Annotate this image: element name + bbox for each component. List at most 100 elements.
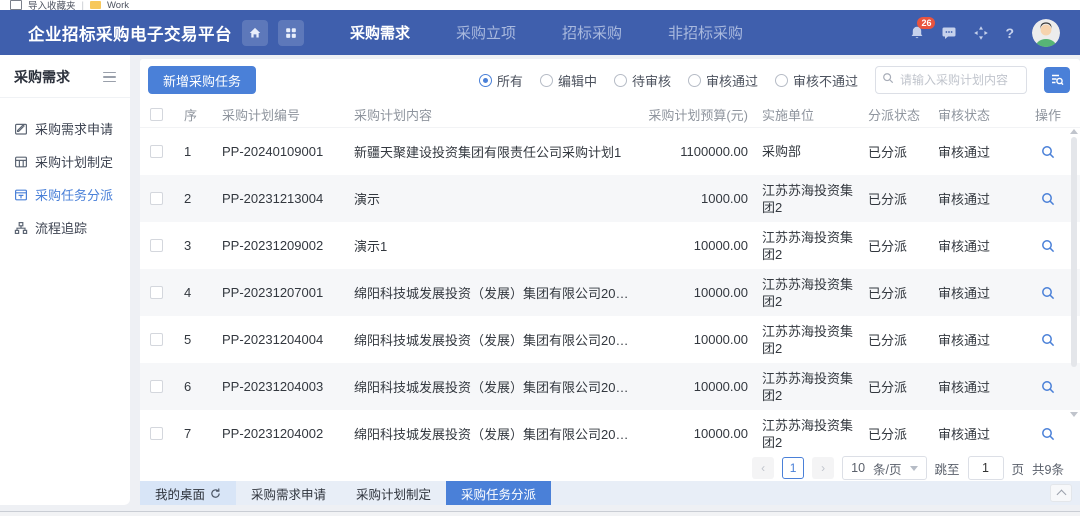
- row-checkbox[interactable]: [150, 239, 163, 252]
- scrollbar-thumb[interactable]: [1071, 137, 1077, 367]
- main-column: 新增采购任务 所有编辑中待审核审核通过审核不通过: [140, 55, 1080, 505]
- row-checkbox[interactable]: [150, 333, 163, 346]
- sidebar-title: 采购需求: [14, 67, 70, 87]
- view-details-button[interactable]: [1028, 427, 1068, 441]
- table-row: 4PP-20231207001绵阳科技城发展投资（发展）集团有限公司2024年度…: [140, 269, 1080, 316]
- nav-item-2[interactable]: 采购立项: [456, 22, 516, 43]
- messages-button[interactable]: [941, 25, 957, 41]
- footer-tab-2[interactable]: 采购需求申请: [236, 481, 341, 505]
- favorites-folder-label[interactable]: Work: [107, 0, 129, 10]
- view-details-button[interactable]: [1028, 239, 1068, 253]
- status-filter-1[interactable]: 所有: [479, 71, 523, 90]
- table-row: 7PP-20231204002绵阳科技城发展投资（发展）集团有限公司2023年度…: [140, 410, 1080, 455]
- folder-icon: [90, 1, 101, 9]
- total-count: 共9条: [1032, 459, 1064, 478]
- current-page-button[interactable]: 1: [782, 457, 804, 479]
- page-size-unit: 条/页: [873, 459, 901, 478]
- row-assign-status: 已分派: [868, 283, 932, 302]
- sidebar-item-3[interactable]: 采购任务分派: [0, 178, 130, 211]
- row-assign-status: 已分派: [868, 236, 932, 255]
- import-favorites-icon: [10, 0, 22, 10]
- view-details-button[interactable]: [1028, 380, 1068, 394]
- app-screen: 导入收藏夹 | Work 企业招标采购电子交易平台 采购需求采购立项招标采购非招…: [0, 0, 1080, 516]
- chat-icon: [941, 25, 957, 41]
- edit-square-icon: [14, 122, 28, 136]
- sidebar-item-1[interactable]: 采购需求申请: [0, 112, 130, 145]
- user-avatar[interactable]: [1032, 19, 1060, 47]
- view-details-button[interactable]: [1028, 192, 1068, 206]
- row-budget: 1000.00: [638, 191, 756, 206]
- row-code: PP-20231209002: [222, 238, 348, 253]
- row-content: 绵阳科技城发展投资（发展）集团有限公司2023年度第三季度采购: [354, 377, 632, 396]
- status-filter-group: 所有 编辑中待审核审核通过审核不通过: [479, 71, 858, 90]
- pagination: ‹ 1 › 10 条/页 跳至 页 共9条: [140, 455, 1080, 481]
- nav-item-3[interactable]: 招标采购: [562, 22, 622, 43]
- sidebar-collapse-icon[interactable]: [101, 70, 118, 85]
- next-page-button[interactable]: ›: [812, 457, 834, 479]
- magnifier-icon: [1041, 192, 1055, 206]
- row-unit: 江苏苏海投资集团2: [762, 323, 862, 357]
- row-seq: 5: [184, 332, 216, 347]
- row-assign-status: 已分派: [868, 424, 932, 443]
- scroll-down-icon[interactable]: [1070, 412, 1078, 417]
- help-button[interactable]: ?: [1005, 25, 1014, 41]
- advanced-search-button[interactable]: [1044, 67, 1070, 93]
- row-audit-status: 审核通过: [938, 330, 1022, 349]
- tabbar-collapse-button[interactable]: [1050, 484, 1072, 502]
- view-details-button[interactable]: [1028, 286, 1068, 300]
- footer-tab-4[interactable]: 采购任务分派: [446, 481, 551, 505]
- home-button[interactable]: [242, 20, 268, 46]
- search-input[interactable]: [898, 72, 1020, 88]
- status-filter-5[interactable]: 审核不通过: [775, 71, 858, 90]
- row-code: PP-20231204002: [222, 426, 348, 441]
- row-checkbox[interactable]: [150, 380, 163, 393]
- row-audit-status: 审核通过: [938, 142, 1022, 161]
- apps-menu-button[interactable]: [278, 20, 304, 46]
- filter-label: 所有: [497, 71, 523, 90]
- status-filter-4[interactable]: 审核通过: [688, 71, 758, 90]
- sidebar-item-4[interactable]: 流程追踪: [0, 211, 130, 244]
- view-details-button[interactable]: [1028, 145, 1068, 159]
- col-assign-status: 分派状态: [868, 105, 932, 124]
- table-scrollbar[interactable]: [1070, 129, 1078, 417]
- page-title: 企业招标采购电子交易平台: [28, 21, 232, 45]
- row-checkbox[interactable]: [150, 286, 163, 299]
- footer-tab-3[interactable]: 采购计划制定: [341, 481, 446, 505]
- radio-icon: [688, 74, 701, 87]
- col-code: 采购计划编号: [222, 105, 348, 124]
- prev-page-button[interactable]: ‹: [752, 457, 774, 479]
- scroll-up-icon[interactable]: [1070, 129, 1078, 134]
- row-unit: 江苏苏海投资集团2: [762, 417, 862, 451]
- footer-tab-1[interactable]: 我的桌面: [140, 481, 236, 505]
- row-audit-status: 审核通过: [938, 424, 1022, 443]
- nav-item-1[interactable]: 采购需求: [350, 22, 410, 43]
- notifications-button[interactable]: 26: [909, 25, 925, 41]
- navigate-button[interactable]: [973, 25, 989, 41]
- status-filter-2[interactable]: 编辑中: [540, 71, 597, 90]
- row-checkbox[interactable]: [150, 192, 163, 205]
- refresh-icon[interactable]: [210, 488, 221, 499]
- row-code: PP-20231213004: [222, 191, 348, 206]
- radio-icon: [775, 74, 788, 87]
- filter-label: 编辑中: [558, 71, 597, 90]
- add-task-button[interactable]: 新增采购任务: [148, 66, 256, 94]
- move-arrows-icon: [973, 25, 989, 41]
- nav-item-4[interactable]: 非招标采购: [668, 22, 743, 43]
- import-favorites-label[interactable]: 导入收藏夹: [28, 0, 76, 10]
- jump-page-input[interactable]: [968, 456, 1004, 480]
- status-filter-3[interactable]: 待审核: [614, 71, 671, 90]
- row-content: 演示1: [354, 236, 632, 255]
- row-checkbox[interactable]: [150, 145, 163, 158]
- row-code: PP-20231204004: [222, 332, 348, 347]
- col-audit-status: 审核状态: [938, 105, 1022, 124]
- nav-item-label: 非招标采购: [668, 25, 743, 42]
- row-seq: 4: [184, 285, 216, 300]
- magnifier-icon: [1041, 427, 1055, 441]
- row-budget: 1100000.00: [638, 144, 756, 159]
- page-size-select[interactable]: 10 条/页: [842, 456, 926, 480]
- table-row: 2PP-20231213004演示1000.00江苏苏海投资集团2已分派审核通过: [140, 175, 1080, 222]
- view-details-button[interactable]: [1028, 333, 1068, 347]
- sidebar-item-2[interactable]: 采购计划制定: [0, 145, 130, 178]
- row-checkbox[interactable]: [150, 427, 163, 440]
- select-all-checkbox[interactable]: [150, 108, 163, 121]
